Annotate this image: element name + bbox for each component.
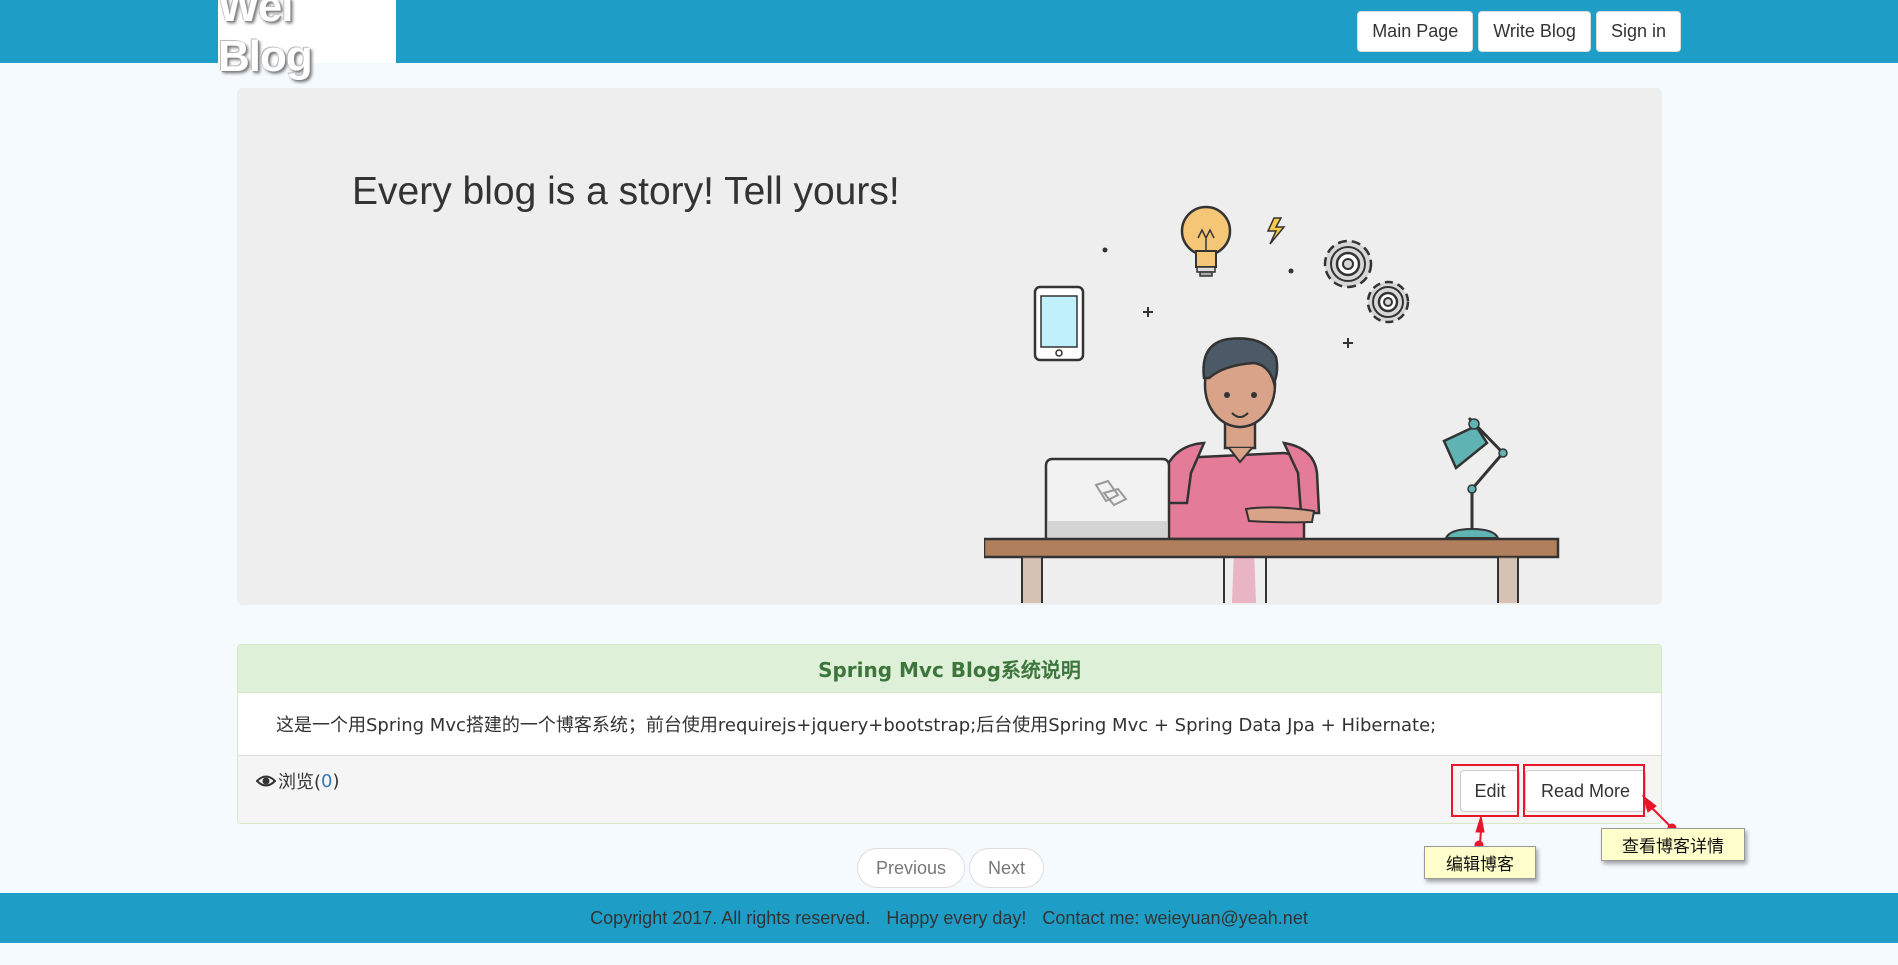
annotation-arrows: [1474, 794, 1677, 850]
edit-callout: 编辑博客: [1424, 846, 1536, 879]
next-button[interactable]: Next: [969, 848, 1045, 888]
contact-text[interactable]: Contact me: weieyuan@yeah.net: [1042, 908, 1307, 929]
motto-text: Happy every day!: [886, 907, 1027, 928]
previous-button[interactable]: Previous: [857, 848, 966, 888]
site-footer: Copyright 2017. All rights reserved. Hap…: [0, 893, 1898, 943]
pager-next: Next: [969, 848, 1045, 888]
copyright-text: Copyright 2017. All rights reserved.: [590, 907, 871, 928]
read-more-callout: 查看博客详情: [1601, 828, 1745, 861]
pager: Previous: [857, 848, 966, 888]
